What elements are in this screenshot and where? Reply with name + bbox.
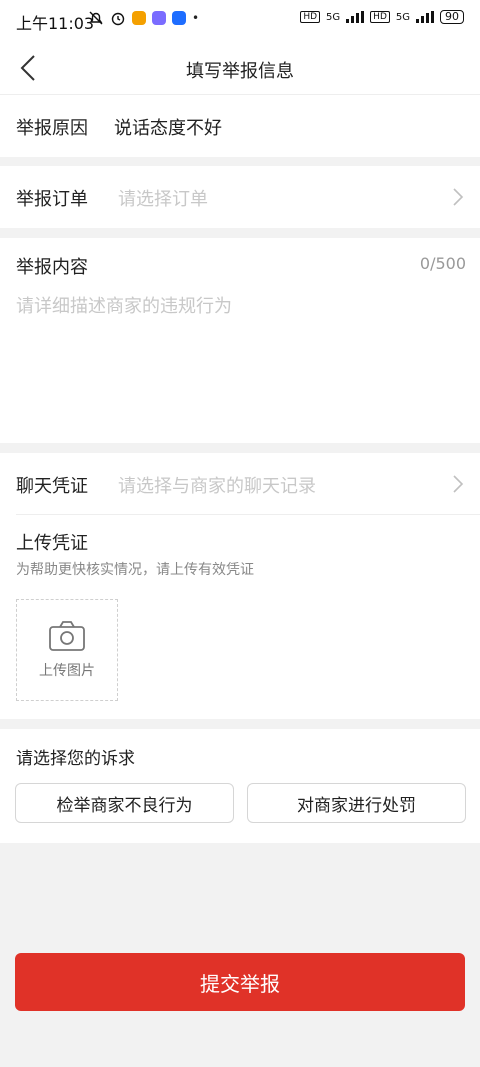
app-notification-icon-1	[132, 11, 146, 25]
appeal-option-report-behavior[interactable]: 检举商家不良行为	[15, 783, 234, 823]
submit-report-button[interactable]: 提交举报	[15, 953, 465, 1011]
app-notification-icon-2	[152, 11, 166, 25]
signal-label-2: 5G	[395, 11, 410, 23]
chat-evidence-label: 聊天凭证	[16, 476, 88, 497]
app-notification-icon-3	[172, 11, 186, 25]
status-bar: 上午11:03 • HD 5G HD 5G 90	[0, 0, 480, 42]
appeal-option-punish-merchant[interactable]: 对商家进行处罚	[247, 783, 466, 823]
signal-icon-2	[416, 11, 434, 23]
report-content-section: 举报内容 0/500 请详细描述商家的违规行为	[0, 238, 480, 443]
report-reason-row: 举报原因 说话态度不好	[0, 95, 480, 157]
signal-icon-1	[346, 11, 365, 23]
top-nav-bar: 填写举报信息	[0, 42, 480, 95]
hd-icon: HD	[300, 11, 321, 23]
battery-level: 90	[440, 10, 464, 24]
chevron-right-icon	[453, 475, 464, 493]
upload-evidence-hint: 为帮助更快核实情况，请上传有效凭证	[16, 562, 254, 578]
status-icons-left: •	[88, 10, 199, 26]
chat-evidence-placeholder: 请选择与商家的聊天记录	[118, 476, 316, 497]
upload-image-button[interactable]: 上传图片	[16, 599, 118, 701]
report-content-label: 举报内容	[16, 257, 88, 278]
report-reason-label: 举报原因	[16, 118, 88, 139]
report-order-label: 举报订单	[16, 189, 88, 210]
report-order-placeholder: 请选择订单	[118, 189, 208, 210]
more-dot-icon: •	[192, 11, 200, 25]
signal-label-1: 5G	[326, 11, 341, 23]
report-reason-value: 说话态度不好	[114, 118, 222, 139]
hd-icon-2: HD	[370, 11, 390, 23]
appeal-section: 请选择您的诉求 检举商家不良行为 对商家进行处罚	[0, 729, 480, 843]
camera-icon	[49, 621, 85, 651]
report-content-counter: 0/500	[419, 254, 466, 273]
bell-off-icon	[89, 11, 103, 25]
upload-evidence-label: 上传凭证	[16, 533, 88, 554]
chevron-right-icon	[453, 188, 464, 206]
status-time: 上午11:03	[16, 14, 95, 33]
status-icons-right: HD 5G HD 5G 90	[300, 10, 464, 24]
alarm-icon	[111, 12, 125, 26]
appeal-label: 请选择您的诉求	[16, 749, 135, 769]
upload-image-label: 上传图片	[39, 663, 95, 679]
evidence-section: 聊天凭证 请选择与商家的聊天记录 上传凭证 为帮助更快核实情况，请上传有效凭证 …	[0, 453, 480, 719]
divider	[16, 514, 480, 515]
page-title: 填写举报信息	[186, 61, 294, 82]
report-content-textarea[interactable]: 请详细描述商家的违规行为	[16, 292, 464, 432]
chat-evidence-row[interactable]: 聊天凭证 请选择与商家的聊天记录	[0, 453, 480, 515]
report-order-row[interactable]: 举报订单 请选择订单	[0, 166, 480, 228]
